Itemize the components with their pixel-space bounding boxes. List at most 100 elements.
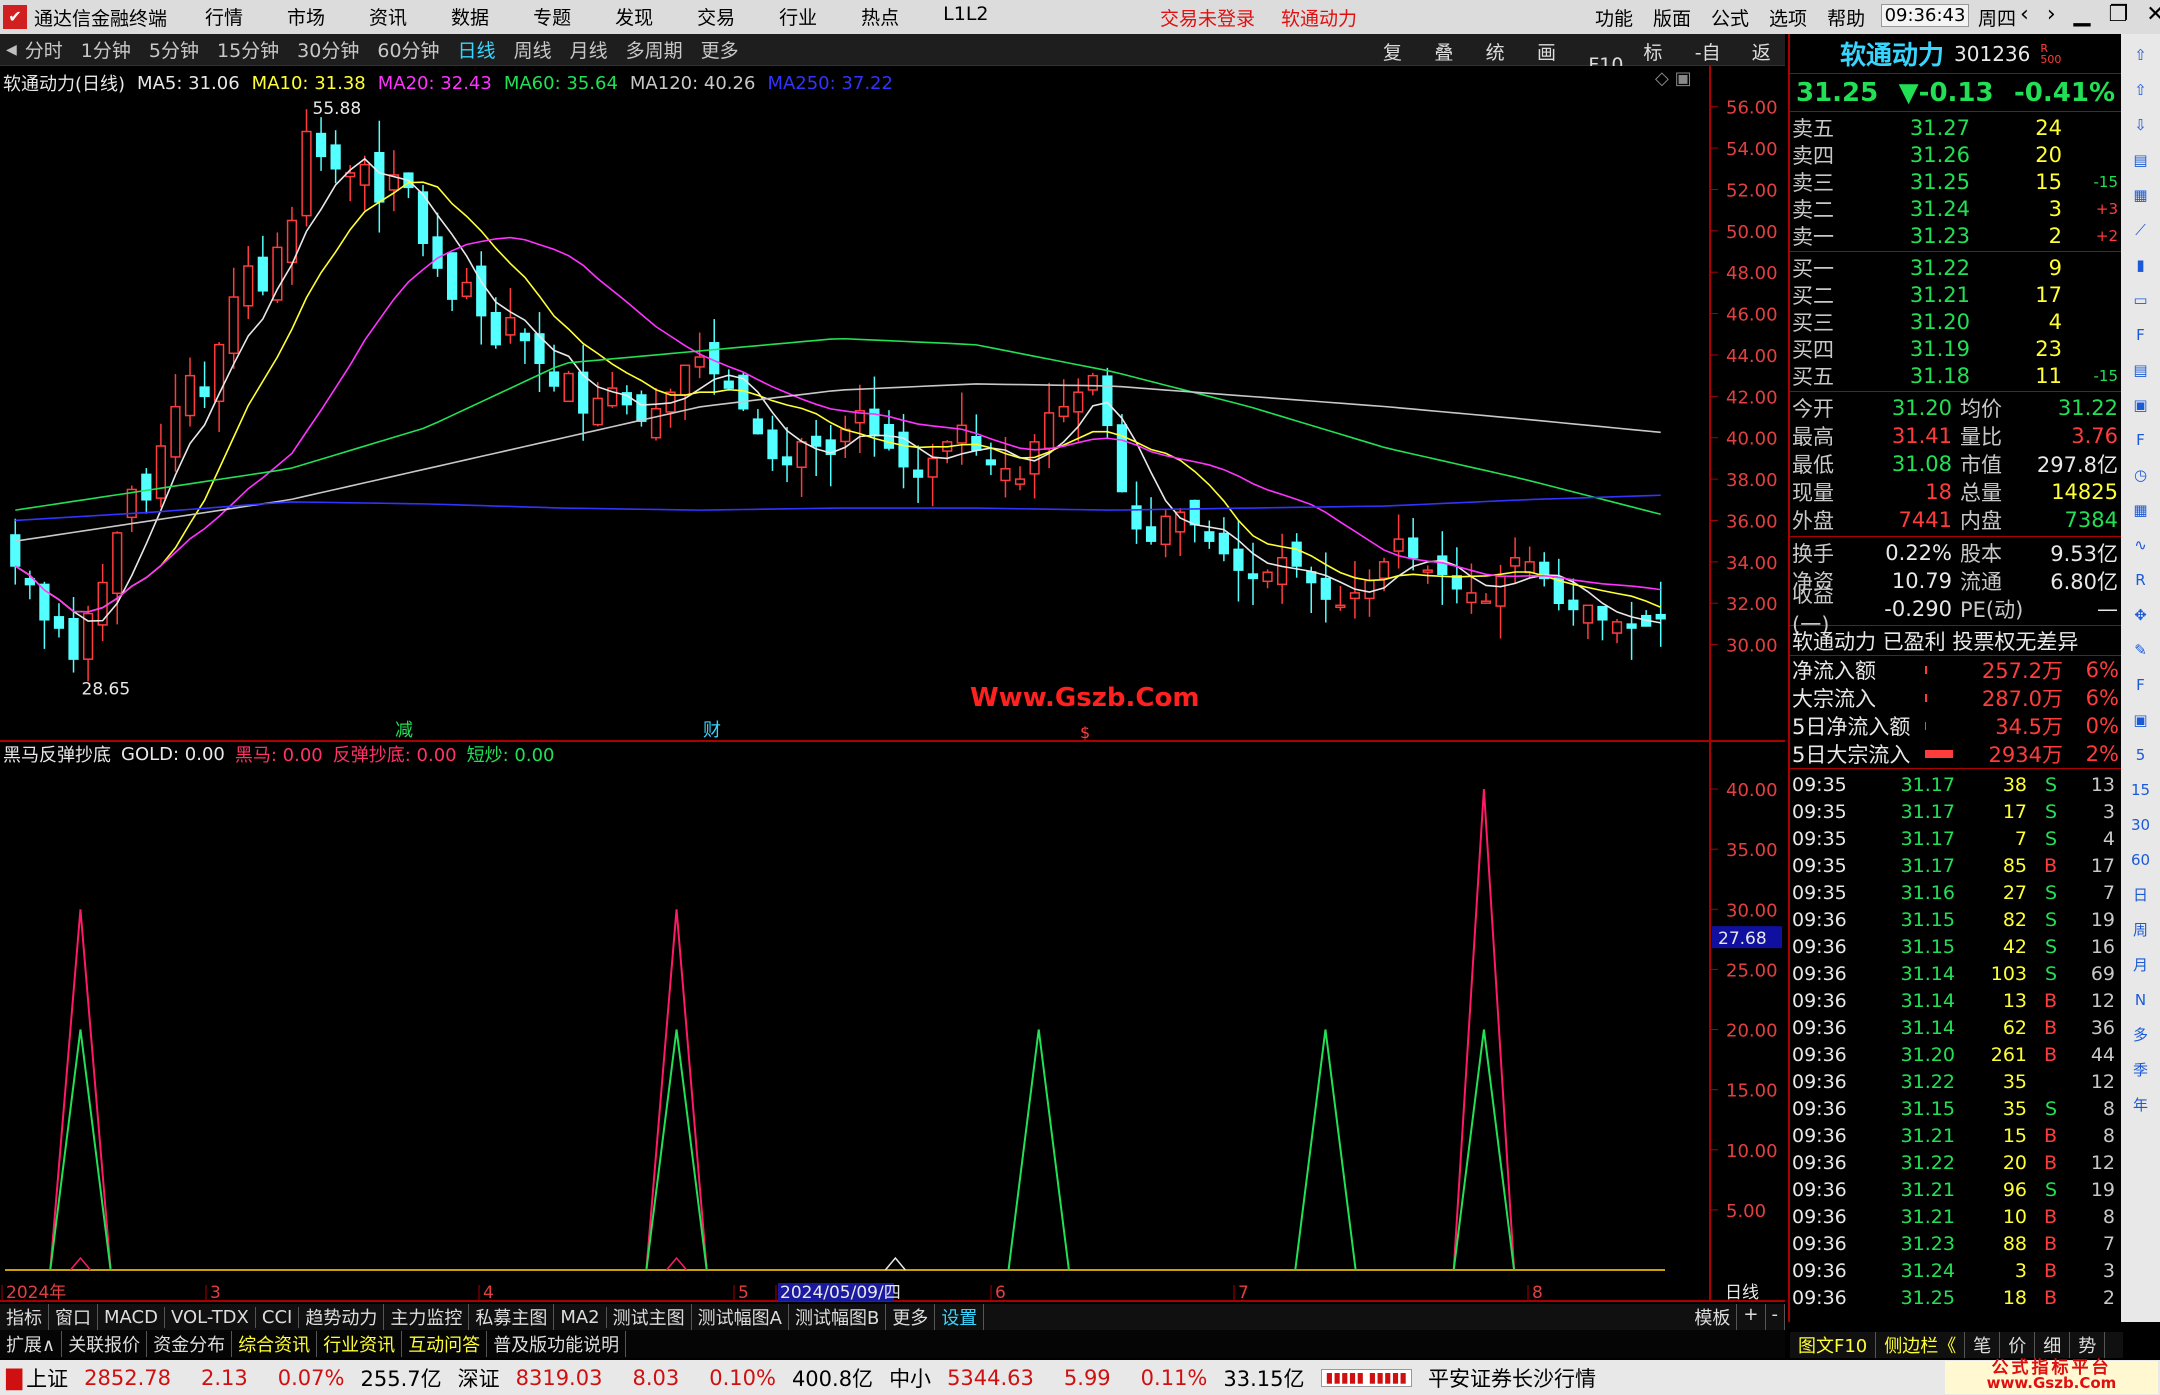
close-icon[interactable]: ✕ xyxy=(2146,2,2160,27)
menu-help[interactable]: 帮助 xyxy=(1827,4,1865,31)
grid-icon[interactable]: ▦ xyxy=(2127,496,2155,524)
period-30-icon[interactable]: 30 xyxy=(2127,811,2155,839)
wave-icon[interactable]: ∿ xyxy=(2127,531,2155,559)
candlestick-chart[interactable]: 56.00 54.00 52.00 50.00 48.00 46.00 44.00 42.00… xyxy=(0,66,1785,742)
template-button-1[interactable]: + xyxy=(1737,1304,1766,1330)
arrow-up-icon[interactable]: ⇧ xyxy=(2127,41,2155,69)
stock-tags[interactable]: 软通动力 已盈利 投票权无差异 xyxy=(1790,626,2121,656)
ask-level-2[interactable]: 卖三 31.25 15 -15 xyxy=(1790,168,2121,195)
side-period-6[interactable]: 年 xyxy=(2127,1091,2155,1119)
line-chart-icon[interactable]: ⟋ xyxy=(2127,216,2155,244)
indicator-tab-3[interactable]: VOL-TDX xyxy=(165,1306,256,1328)
menu-formula[interactable]: 公式 xyxy=(1711,4,1749,31)
side-period-4[interactable]: 多 xyxy=(2127,1021,2155,1049)
bid-level-3[interactable]: 买四 31.19 23 xyxy=(1790,335,2121,362)
menu-layout[interactable]: 版面 xyxy=(1653,4,1691,31)
quote-tab-2[interactable]: 笔 xyxy=(1965,1332,2001,1358)
period-tab-2[interactable]: 5分钟 xyxy=(149,36,199,63)
rsi-icon[interactable]: R xyxy=(2127,566,2155,594)
menu-function[interactable]: 功能 xyxy=(1595,4,1633,31)
marker-reduce[interactable]: 减 xyxy=(395,720,413,741)
bid-level-1[interactable]: 买二 31.21 17 xyxy=(1790,281,2121,308)
bid-level-0[interactable]: 买一 31.22 9 xyxy=(1790,254,2121,281)
indicator-tab-7[interactable]: 私募主图 xyxy=(469,1304,555,1330)
period-tab-0[interactable]: 分时 xyxy=(25,36,63,63)
info-link-2[interactable]: 资金分布 xyxy=(147,1331,233,1357)
period-tab-1[interactable]: 1分钟 xyxy=(81,36,131,63)
info-link-4[interactable]: 行业资讯 xyxy=(317,1331,403,1357)
list-icon[interactable]: ▤ xyxy=(2127,146,2155,174)
indicator-tab-12[interactable]: 更多 xyxy=(886,1304,936,1330)
indicator-chart[interactable]: 40.00 35.00 30.00 25.00 20.00 15.00 10.00 5.00 2… xyxy=(0,740,1785,1302)
ask-level-0[interactable]: 卖五 31.27 24 xyxy=(1790,114,2121,141)
period-tab-5[interactable]: 60分钟 xyxy=(377,36,439,63)
period-tab-7[interactable]: 周线 xyxy=(514,36,552,63)
f10-icon[interactable]: F xyxy=(2127,321,2155,349)
indicator-tab-2[interactable]: MACD xyxy=(98,1306,165,1328)
minimize-icon[interactable]: ▁ xyxy=(2074,2,2091,27)
menu-l1l2[interactable]: L1L2 xyxy=(943,3,988,30)
doc-icon[interactable]: ▤ xyxy=(2127,356,2155,384)
indicator-tab-11[interactable]: 测试幅图B xyxy=(789,1304,887,1330)
quote-tab-4[interactable]: 细 xyxy=(2035,1332,2071,1358)
quote-tab-0[interactable]: 图文F10 xyxy=(1790,1332,1877,1358)
tick-list[interactable]: 09:35 31.17 38 S 13 09:35 31.17 17 S 3 09:35 31.17 7… xyxy=(1790,769,2121,1311)
side-period-1[interactable]: 周 xyxy=(2127,916,2155,944)
ask-level-1[interactable]: 卖四 31.26 20 xyxy=(1790,141,2121,168)
quote-tab-1[interactable]: 侧边栏《 xyxy=(1876,1332,1966,1358)
template-button-0[interactable]: 模板 xyxy=(1688,1304,1738,1330)
menu-discover[interactable]: 发现 xyxy=(615,3,653,30)
menu-quotes[interactable]: 行情 xyxy=(205,3,243,30)
arrow-down-icon[interactable]: ⇩ xyxy=(2127,111,2155,139)
fs-icon[interactable]: F xyxy=(2127,426,2155,454)
info-link-3[interactable]: 综合资讯 xyxy=(232,1331,318,1357)
menu-trade[interactable]: 交易 xyxy=(697,3,735,30)
period-15-icon[interactable]: 15 xyxy=(2127,776,2155,804)
period-tab-3[interactable]: 15分钟 xyxy=(217,36,279,63)
ask-level-4[interactable]: 卖一 31.23 2 +2 xyxy=(1790,222,2121,249)
period-tab-9[interactable]: 多周期 xyxy=(626,36,683,63)
period-tab-8[interactable]: 月线 xyxy=(570,36,608,63)
table-icon[interactable]: ▦ xyxy=(2127,181,2155,209)
move-icon[interactable]: ✥ xyxy=(2127,601,2155,629)
menu-hot[interactable]: 热点 xyxy=(861,3,899,30)
indicator-tab-4[interactable]: CCI xyxy=(256,1306,300,1328)
menu-news[interactable]: 资讯 xyxy=(369,3,407,30)
menu-market[interactable]: 市场 xyxy=(287,3,325,30)
forward-icon[interactable]: › xyxy=(2047,2,2056,27)
indicator-tab-8[interactable]: MA2 xyxy=(554,1306,607,1328)
zx-label[interactable]: 中小 xyxy=(889,1363,931,1393)
period-tab-6[interactable]: 日线 xyxy=(458,36,496,63)
indicator-tab-5[interactable]: 趋势动力 xyxy=(299,1304,385,1330)
indicator-tab-1[interactable]: 窗口 xyxy=(49,1304,98,1330)
monitor-icon[interactable]: ▭ xyxy=(2127,286,2155,314)
clock-icon[interactable]: ◷ xyxy=(2127,461,2155,489)
quote-tab-3[interactable]: 价 xyxy=(2000,1332,2036,1358)
back-icon[interactable]: ‹ xyxy=(2020,2,2029,27)
indicator-tab-6[interactable]: 主力监控 xyxy=(384,1304,470,1330)
side-period-2[interactable]: 月 xyxy=(2127,951,2155,979)
info-link-0[interactable]: 扩展∧ xyxy=(0,1331,63,1357)
indicator-tab-0[interactable]: 指标 xyxy=(0,1304,49,1330)
bid-level-4[interactable]: 买五 31.18 11 -15 xyxy=(1790,362,2121,389)
pen-icon[interactable]: ✎ xyxy=(2127,636,2155,664)
sz-label[interactable]: 深证 xyxy=(458,1363,500,1393)
bid-level-2[interactable]: 买三 31.20 4 xyxy=(1790,308,2121,335)
quote-tab-5[interactable]: 势 xyxy=(2070,1332,2106,1358)
period-tab-10[interactable]: 更多 xyxy=(701,36,739,63)
marker-finance[interactable]: 财 xyxy=(703,720,721,741)
indicator-tab-10[interactable]: 测试幅图A xyxy=(692,1304,789,1330)
image-icon[interactable]: ▣ xyxy=(2127,706,2155,734)
indicator-tab-13[interactable]: 设置 xyxy=(935,1304,985,1330)
side-period-5[interactable]: 季 xyxy=(2127,1056,2155,1084)
fs2-icon[interactable]: F xyxy=(2127,671,2155,699)
period-60-icon[interactable]: 60 xyxy=(2127,846,2155,874)
ask-level-3[interactable]: 卖二 31.24 3 +3 xyxy=(1790,195,2121,222)
collapse-icon[interactable]: ◀ xyxy=(6,42,17,58)
portfolio-icon[interactable]: ▣ xyxy=(2127,391,2155,419)
sh-label[interactable]: 上证 xyxy=(26,1363,68,1393)
restore-icon[interactable]: ❐ xyxy=(2109,2,2129,27)
side-period-3[interactable]: N xyxy=(2127,986,2155,1014)
period-5-icon[interactable]: 5 xyxy=(2127,741,2155,769)
arrow-up-alt-icon[interactable]: ⇧ xyxy=(2127,76,2155,104)
